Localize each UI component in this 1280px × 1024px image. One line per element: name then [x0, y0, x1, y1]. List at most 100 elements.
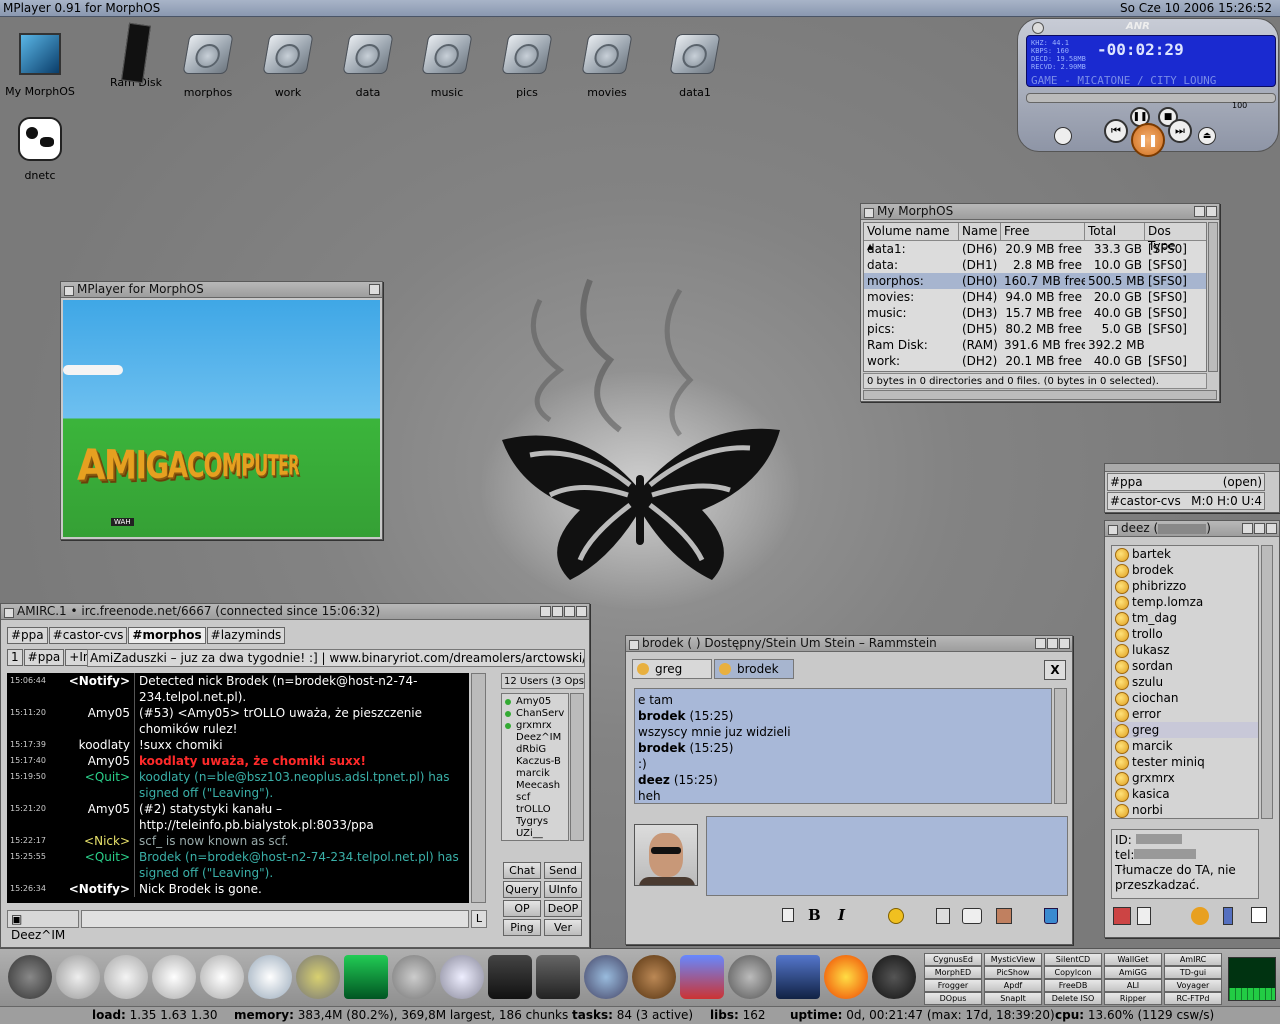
icon-my-morphos[interactable]: My MorphOS [5, 30, 75, 98]
user-item[interactable]: Kaczus-B [502, 756, 568, 768]
icon-work-drive[interactable]: work [253, 30, 323, 99]
window-title[interactable]: MPlayer for MorphOS [61, 282, 382, 298]
cd-burn-icon[interactable] [248, 955, 292, 999]
chat-log[interactable]: e tam brodek (15:25) wszyscy mnie juz widzi… [634, 688, 1052, 804]
icon-music-drive[interactable]: music [412, 30, 482, 99]
cd-tool-icon[interactable] [104, 955, 148, 999]
launch-button[interactable]: Copylcon [1044, 966, 1102, 979]
channel-row[interactable]: #castor-cvs M:0 H:0 U:4 [1107, 492, 1265, 510]
prev-button[interactable]: ⏮ [1104, 119, 1128, 143]
volume-list[interactable]: Volume name ▴ Name Free Total Dos Type d… [863, 222, 1207, 372]
message-log[interactable]: 15:06:44 <Notify> Detected nick Brodek (n=… [7, 673, 469, 903]
launch-button[interactable]: Ripper [1104, 992, 1162, 1005]
sun-icon[interactable] [824, 955, 868, 999]
topic-field[interactable]: AmiZaduszki – juz za dwa tygodnie! :] | … [87, 649, 585, 667]
launch-button[interactable]: RC-FTPd [1164, 992, 1222, 1005]
buddy-item[interactable]: greg [1112, 722, 1258, 738]
window-title[interactable]: AMIRC.1 • irc.freenode.net/6667 (connect… [1, 604, 589, 620]
launch-button[interactable]: CygnusEd [924, 953, 982, 966]
icon-dnetc[interactable]: dnetc [5, 115, 75, 182]
window-buttons[interactable] [1035, 638, 1070, 649]
launch-button[interactable]: AmiGG [1104, 966, 1162, 979]
history-icon[interactable] [936, 908, 950, 924]
horizontal-scrollbar[interactable] [863, 390, 1217, 400]
launch-button[interactable]: SilentCD [1044, 953, 1102, 966]
buddy-item[interactable]: brodek [1112, 562, 1258, 578]
launch-button[interactable]: AmIRC [1164, 953, 1222, 966]
col-free[interactable]: Free [1001, 223, 1085, 240]
launch-button[interactable]: ALI [1104, 979, 1162, 992]
volume-row[interactable]: work: (DH2) 20.1 MB free 40.0 GB [SFS0] [864, 353, 1206, 369]
playlist-button[interactable] [1054, 127, 1072, 145]
ftp-icon[interactable] [680, 955, 724, 999]
volume-row[interactable]: Ram Disk: (RAM) 391.6 MB free 392.2 MB [864, 337, 1206, 353]
send-button[interactable]: Send [544, 862, 582, 879]
window-buttons[interactable] [540, 606, 587, 617]
monitor-icon[interactable] [344, 955, 388, 999]
close-tab-button[interactable]: X [1044, 660, 1066, 680]
donkey-icon[interactable] [728, 955, 772, 999]
edit-icon[interactable] [1251, 907, 1267, 923]
next-button[interactable]: ⏭ [1168, 119, 1192, 143]
window-number[interactable]: 1 [7, 649, 23, 666]
buddy-item[interactable]: tm_dag [1112, 610, 1258, 626]
tools-icon[interactable] [296, 955, 340, 999]
launch-button[interactable]: MorphED [924, 966, 982, 979]
eject-button[interactable]: ⏏ [1198, 127, 1216, 145]
launch-button[interactable]: Delete ISO [1044, 992, 1102, 1005]
group-icon[interactable] [1191, 907, 1209, 925]
volume-row[interactable]: movies: (DH4) 94.0 MB free 20.0 GB [SFS0] [864, 289, 1206, 305]
buddy-item[interactable]: bartek [1112, 546, 1258, 562]
user-item[interactable]: UZi__ [502, 828, 568, 840]
viewer-icon[interactable] [584, 955, 628, 999]
col-name[interactable]: Name [959, 223, 1001, 240]
buddy-item[interactable]: trollo [1112, 626, 1258, 642]
volume-row[interactable]: morphos: (DH0) 160.7 MB free 500.5 MB [SFS0] [864, 273, 1206, 289]
buddy-item[interactable]: kasica [1112, 786, 1258, 802]
window-buttons[interactable] [1194, 206, 1217, 217]
video-area[interactable]: AMIGACOMPUTER WAH [63, 300, 380, 537]
bold-icon[interactable]: B [808, 906, 821, 924]
window-buttons[interactable] [1242, 523, 1277, 534]
volume-row[interactable]: pics: (DH5) 80.2 MB free 5.0 GB [SFS0] [864, 321, 1206, 337]
col-total[interactable]: Total [1085, 223, 1145, 240]
disc-icon[interactable] [8, 955, 52, 999]
camera-icon[interactable] [962, 908, 982, 924]
history-icon[interactable] [1137, 907, 1151, 925]
attach-icon[interactable] [782, 908, 794, 922]
user-item[interactable]: Tygrys [502, 816, 568, 828]
channel-row[interactable]: #ppa (open) [1107, 473, 1265, 491]
volume-row[interactable]: data: (DH1) 2.8 MB free 10.0 GB [SFS0] [864, 257, 1206, 273]
trash-icon[interactable] [1044, 908, 1058, 924]
flight-icon[interactable] [776, 955, 820, 999]
close-icon[interactable] [1032, 22, 1044, 34]
user-info-icon[interactable] [1113, 907, 1131, 925]
buddy-item[interactable]: sordan [1112, 658, 1258, 674]
window-title[interactable]: brodek ( ) Dostępny/Stein Um Stein – Ram… [626, 636, 1072, 652]
query-button[interactable]: Query [503, 881, 541, 898]
launch-button[interactable]: SnapIt [984, 992, 1042, 1005]
chat-button[interactable]: Chat [503, 862, 541, 879]
buddy-item[interactable]: phibrizzo [1112, 578, 1258, 594]
log-scrollbar[interactable] [471, 673, 486, 903]
user-item[interactable]: ChanServ [502, 708, 568, 720]
launch-button[interactable]: PicShow [984, 966, 1042, 979]
ver-button[interactable]: Ver [544, 919, 582, 936]
buddy-item[interactable]: szulu [1112, 674, 1258, 690]
user-list[interactable]: Amy05 ChanServ grxmrx Deez^IM dRbiG Kaczus-B m… [501, 693, 569, 841]
user-item[interactable]: Meecash [502, 780, 568, 792]
search-icon[interactable] [440, 955, 484, 999]
user-card-icon[interactable] [996, 908, 1012, 924]
message-compose[interactable] [706, 816, 1068, 896]
smiley-icon[interactable] [888, 908, 904, 924]
buddy-item[interactable]: error [1112, 706, 1258, 722]
tab-lazyminds[interactable]: #lazyminds [207, 627, 286, 644]
icon-pics-drive[interactable]: pics [492, 30, 562, 99]
user-item[interactable]: trOLLO [502, 804, 568, 816]
nick-field[interactable]: ▣ Deez^IM [7, 910, 79, 928]
buddy-item[interactable]: ciochan [1112, 690, 1258, 706]
ping-button[interactable]: Ping [503, 919, 541, 936]
spider-icon[interactable] [872, 955, 916, 999]
italic-icon[interactable]: I [838, 906, 845, 924]
deop-button[interactable]: DeOP [544, 900, 582, 917]
